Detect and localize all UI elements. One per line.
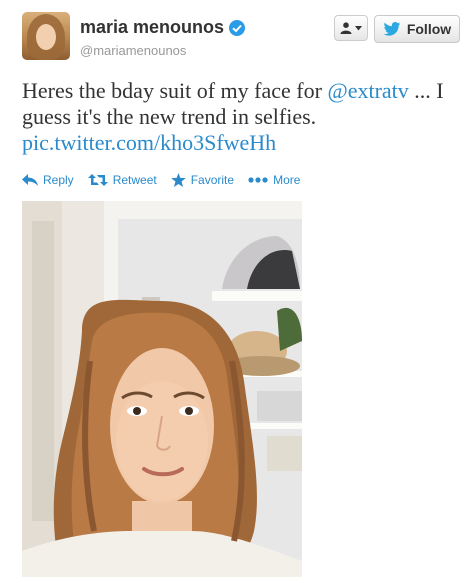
tweet-body: Heres the bday suit of my face for [22, 78, 328, 103]
media-link[interactable]: pic.twitter.com/kho3SfweHh [22, 130, 276, 155]
verified-badge-icon [229, 19, 246, 36]
retweet-icon [87, 174, 108, 186]
reply-label: Reply [43, 173, 74, 187]
avatar[interactable] [22, 12, 70, 60]
retweet-button[interactable]: Retweet [87, 173, 157, 187]
mention-link[interactable]: @extratv [327, 78, 408, 103]
more-button[interactable]: More [248, 173, 300, 187]
reply-icon [22, 174, 38, 186]
more-label: More [273, 173, 301, 187]
selfie-image [22, 201, 302, 577]
user-actions-dropdown[interactable] [334, 15, 368, 41]
tweet-actions: Reply Retweet Favorite More [22, 173, 314, 187]
user-handle[interactable]: @mariamenounos [80, 43, 186, 58]
tweet-card: maria menounos @mariamenounos Follow Her… [0, 0, 468, 583]
user-name-row[interactable]: maria menounos [80, 17, 246, 38]
reply-button[interactable]: Reply [22, 173, 74, 187]
favorite-label: Favorite [190, 173, 235, 187]
tweet-photo[interactable] [22, 201, 302, 577]
person-icon [340, 22, 352, 34]
twitter-bird-icon [383, 22, 401, 36]
retweet-label: Retweet [112, 173, 157, 187]
tweet-text: Heres the bday suit of my face for @extr… [22, 78, 462, 156]
more-dots-icon [248, 177, 268, 183]
follow-label: Follow [406, 21, 452, 37]
star-icon [170, 173, 186, 187]
follow-button[interactable]: Follow [374, 15, 460, 43]
favorite-button[interactable]: Favorite [170, 173, 235, 187]
chevron-down-icon [355, 25, 362, 30]
user-name[interactable]: maria menounos [80, 17, 224, 38]
